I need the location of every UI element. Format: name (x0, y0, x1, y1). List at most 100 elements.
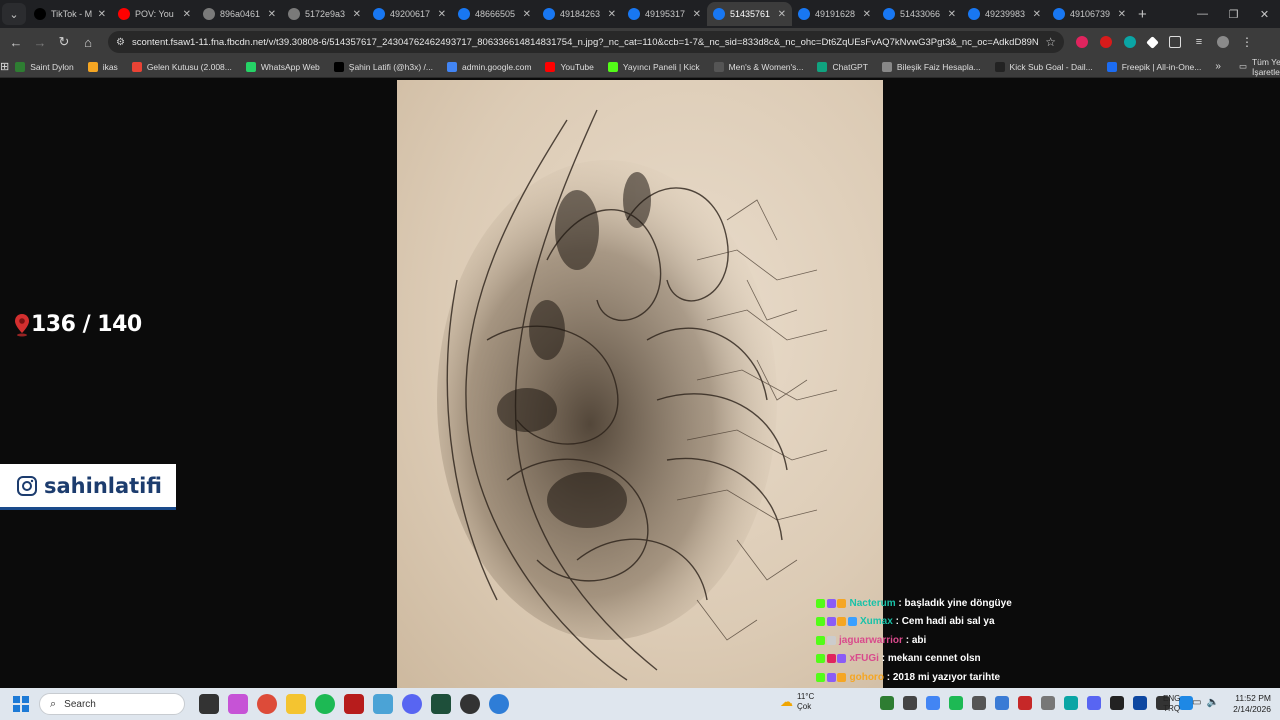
tray-icon[interactable] (926, 696, 940, 710)
bookmark-item[interactable]: ChatGPT (817, 61, 868, 72)
browser-tab[interactable]: TikTok - M ✕ (28, 2, 112, 26)
language-indicator[interactable]: ENG TRQ (1163, 694, 1180, 714)
tray-icon[interactable] (880, 696, 894, 710)
browser-tab[interactable]: 48666505 ✕ (452, 2, 537, 26)
chat-badge-icon (837, 617, 846, 627)
tab-close-icon[interactable]: ✕ (693, 9, 701, 20)
bookmark-star-icon[interactable]: ☆ (1045, 35, 1056, 49)
chrome-icon[interactable] (257, 694, 277, 714)
app-icon[interactable] (489, 694, 509, 714)
browser-tab[interactable]: 49191628 ✕ (792, 2, 877, 26)
windows-start-icon[interactable] (13, 696, 29, 712)
tray-icon[interactable] (995, 696, 1009, 710)
tray-icon[interactable] (1133, 696, 1147, 710)
bookmark-item[interactable]: Freepik | All-in-One... (1106, 61, 1201, 72)
youtube-icon (118, 8, 130, 20)
reload-icon[interactable]: ↻ (52, 34, 76, 50)
app-icon[interactable] (344, 694, 364, 714)
extension-icon[interactable] (1146, 35, 1159, 49)
tab-search-button[interactable]: ⌄ (2, 3, 26, 25)
tray-icon[interactable] (1064, 696, 1078, 710)
minimize-icon[interactable]: — (1187, 8, 1218, 21)
bookmark-item[interactable]: YouTube (545, 61, 594, 72)
menu-icon[interactable]: ⋮ (1241, 35, 1253, 49)
tab-close-icon[interactable]: ✕ (1033, 9, 1041, 20)
tray-icon[interactable] (1041, 696, 1055, 710)
terminal-icon[interactable] (431, 694, 451, 714)
apps-icon[interactable]: ⊞ (0, 60, 9, 73)
discord-icon[interactable] (402, 694, 422, 714)
extension-icon[interactable] (1100, 36, 1112, 48)
bookmark-item[interactable]: Şahin Latifi (@h3x) /... (333, 61, 433, 72)
browser-tab[interactable]: 896a0461 ✕ (197, 2, 282, 26)
clock-time: 11:52 PM (1235, 693, 1271, 703)
browser-tab[interactable]: 49239983 ✕ (962, 2, 1047, 26)
media-icon[interactable]: ≡ (1193, 36, 1205, 48)
tray-icon[interactable] (1110, 696, 1124, 710)
folder-icon: ▭ (1238, 61, 1247, 71)
avatar[interactable] (1217, 36, 1229, 48)
new-tab-button[interactable]: + (1138, 6, 1147, 23)
spotify-icon[interactable] (315, 694, 335, 714)
browser-tab[interactable]: 49184263 ✕ (537, 2, 622, 26)
browser-tab[interactable]: 51435761 ✕ (707, 2, 792, 26)
obs-icon[interactable] (460, 694, 480, 714)
taskbar-search[interactable]: ⌕ Search (39, 693, 185, 715)
tab-close-icon[interactable]: ✕ (948, 9, 956, 20)
bookmark-item[interactable]: WhatsApp Web (245, 61, 320, 72)
tray-icon[interactable] (1179, 696, 1193, 710)
tab-close-icon[interactable]: ✕ (268, 9, 276, 20)
browser-tab[interactable]: 51433066 ✕ (877, 2, 962, 26)
url-text[interactable]: scontent.fsaw1-11.fna.fbcdn.net/v/t39.30… (132, 37, 1039, 48)
bookmark-label: Kick Sub Goal - Dail... (1009, 61, 1093, 72)
puzzle-icon[interactable] (1169, 36, 1181, 48)
copilot-icon[interactable] (228, 694, 248, 714)
tab-close-icon[interactable]: ✕ (353, 9, 361, 20)
weather-widget[interactable]: ☁ 11°C Çok (780, 692, 814, 712)
close-window-icon[interactable]: ✕ (1249, 8, 1280, 21)
browser-tab[interactable]: 49106739 ✕ (1047, 2, 1132, 26)
extension-icon[interactable] (1076, 36, 1088, 48)
tray-icon[interactable] (949, 696, 963, 710)
tab-title: 49191628 (815, 9, 856, 19)
browser-tab[interactable]: POV: You ✕ (112, 2, 197, 26)
browser-tab[interactable]: 49195317 ✕ (622, 2, 707, 26)
bookmark-item[interactable]: Kick Sub Goal - Dail... (994, 61, 1093, 72)
tray-icon[interactable] (1087, 696, 1101, 710)
bookmark-item[interactable]: Saint Dylon (15, 61, 74, 72)
chat-badge-icon (826, 672, 836, 682)
all-bookmarks-folder[interactable]: ▭ Tüm Yer İşaretleri (1239, 57, 1280, 77)
browser-tab[interactable]: 49200617 ✕ (367, 2, 452, 26)
address-bar[interactable]: ⚙ scontent.fsaw1-11.fna.fbcdn.net/v/t39.… (108, 31, 1064, 53)
bookmark-item[interactable]: Yayıncı Paneli | Kick (607, 61, 700, 72)
bookmark-item[interactable]: admin.google.com (447, 61, 531, 72)
system-icons[interactable]: ▭🔈 (1192, 697, 1224, 708)
bookmark-item[interactable]: Men's & Women's... (713, 61, 803, 72)
tab-close-icon[interactable]: ✕ (98, 9, 106, 20)
tab-close-icon[interactable]: ✕ (183, 9, 191, 20)
tab-close-icon[interactable]: ✕ (523, 9, 531, 20)
clock[interactable]: 11:52 PM 2/14/2026 (1225, 693, 1271, 715)
tab-close-icon[interactable]: ✕ (863, 9, 871, 20)
bookmark-item[interactable]: Bileşik Faiz Hesapla... (881, 61, 981, 72)
tray-icon[interactable] (972, 696, 986, 710)
tray-icon[interactable] (903, 696, 917, 710)
tab-close-icon[interactable]: ✕ (778, 9, 786, 20)
site-info-icon[interactable]: ⚙ (116, 37, 125, 48)
tab-close-icon[interactable]: ✕ (1118, 9, 1126, 20)
bookmark-item[interactable]: Gelen Kutusu (2.008... (131, 61, 232, 72)
tab-close-icon[interactable]: ✕ (608, 9, 616, 20)
home-icon[interactable]: ⌂ (76, 35, 100, 50)
browser-tab[interactable]: 5172e9a3 ✕ (282, 2, 367, 26)
extension-icon[interactable] (1124, 36, 1136, 48)
task-view-icon[interactable] (199, 694, 219, 714)
back-icon[interactable]: ← (4, 35, 28, 50)
tray-icon[interactable] (1018, 696, 1032, 710)
app-icon[interactable] (373, 694, 393, 714)
restore-icon[interactable]: ❐ (1218, 8, 1249, 21)
more-bookmarks-icon[interactable]: » (1215, 61, 1221, 72)
file-explorer-icon[interactable] (286, 694, 306, 714)
tab-close-icon[interactable]: ✕ (438, 9, 446, 20)
forward-icon[interactable]: → (28, 35, 52, 50)
bookmark-item[interactable]: ikas (87, 61, 118, 72)
